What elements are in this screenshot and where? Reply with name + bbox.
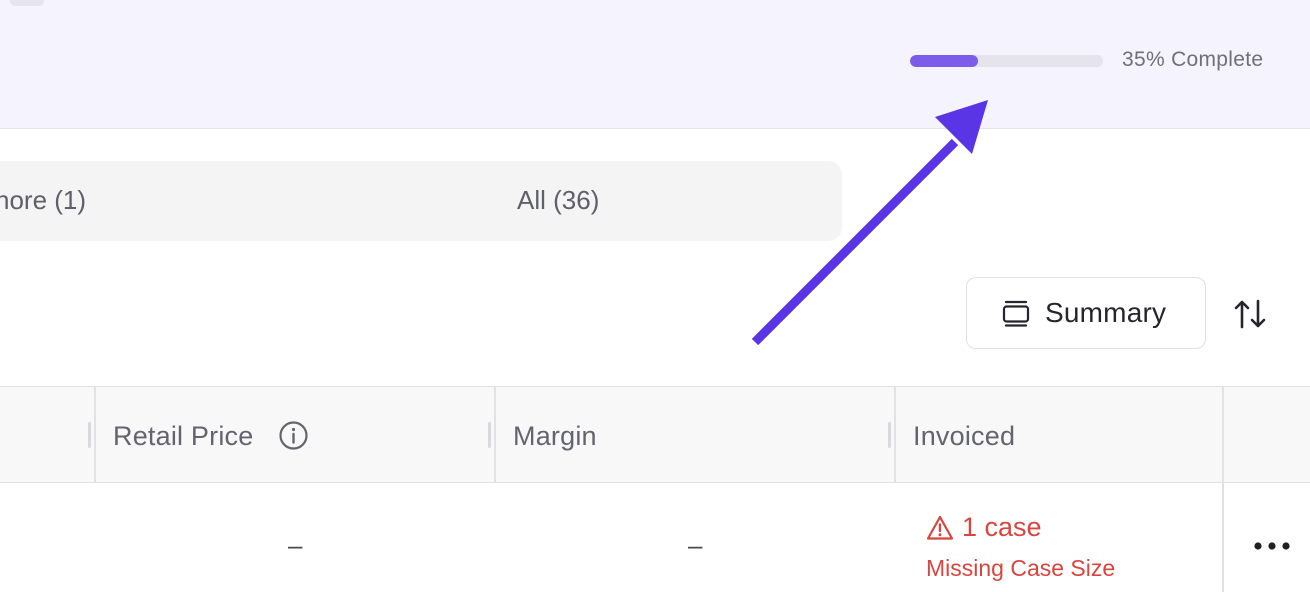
column-header-retail-price[interactable]: Retail Price xyxy=(113,421,253,452)
column-divider xyxy=(94,386,96,483)
column-divider xyxy=(1222,386,1224,592)
column-header-invoiced[interactable]: Invoiced xyxy=(913,421,1015,452)
warning-icon xyxy=(926,515,954,540)
margin-cell: – xyxy=(688,530,703,560)
retail-price-cell: – xyxy=(288,530,303,560)
column-resize-handle[interactable] xyxy=(488,422,491,448)
column-divider xyxy=(894,386,896,483)
top-control-stub[interactable] xyxy=(10,0,44,6)
column-resize-handle[interactable] xyxy=(888,422,891,448)
summary-button[interactable]: Summary xyxy=(966,277,1206,349)
column-resize-handle[interactable] xyxy=(88,422,91,448)
more-horizontal-icon[interactable] xyxy=(1252,536,1292,556)
progress-label: 35% Complete xyxy=(1122,48,1264,71)
invoiced-warning-detail: Missing Case Size xyxy=(926,555,1116,581)
tab-all[interactable]: All (36) xyxy=(517,185,599,216)
progress-bar xyxy=(910,55,1103,67)
tab-more[interactable]: nore (1) xyxy=(0,185,86,216)
column-header-margin[interactable]: Margin xyxy=(513,421,597,452)
filter-tab-bar xyxy=(0,161,842,241)
invoiced-case-count: 1 case xyxy=(962,512,1042,542)
sort-arrows-icon[interactable] xyxy=(1233,298,1267,330)
info-icon[interactable] xyxy=(278,420,309,451)
progress-bar-fill xyxy=(910,55,978,67)
column-divider xyxy=(494,386,496,483)
summary-button-label: Summary xyxy=(1045,297,1167,328)
progress-banner: 35% Complete xyxy=(0,0,1310,129)
summary-view-icon xyxy=(1002,300,1030,327)
